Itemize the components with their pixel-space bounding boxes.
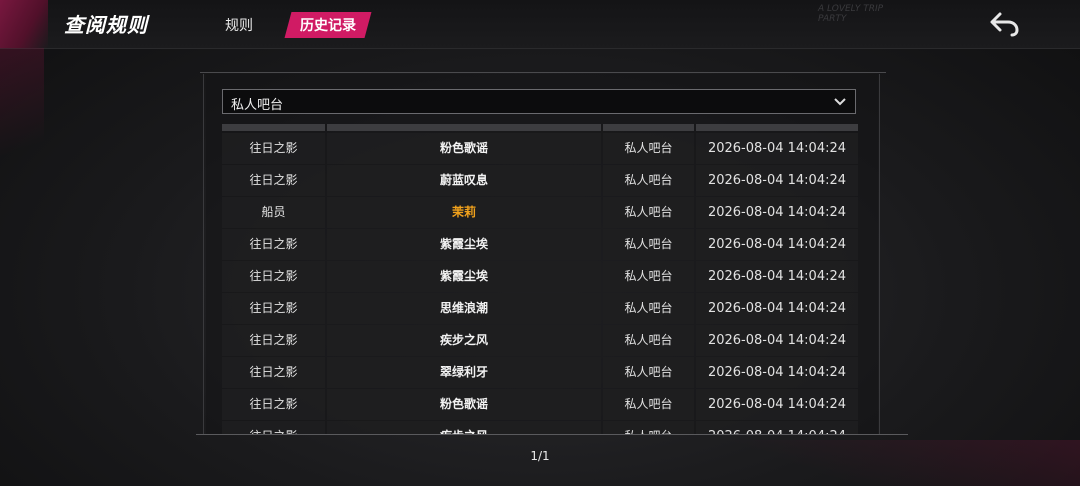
table-row: 往日之影 蔚蓝叹息 私人吧台 2026-08-04 14:04:24 [222,165,858,196]
cell-location: 私人吧台 [603,133,694,164]
header-cell-category [222,124,325,131]
cell-name: 翠绿利牙 [327,357,601,388]
cell-category: 船员 [222,197,325,228]
table-row: 往日之影 紫霞尘埃 私人吧台 2026-08-04 14:04:24 [222,261,858,292]
bottom-decoration [620,440,1080,486]
cell-category: 往日之影 [222,325,325,356]
cell-name: 茉莉 [327,197,601,228]
tab-history[interactable]: 历史记录 [284,12,372,38]
dropdown-selected-value: 私人吧台 [231,98,284,113]
watermark-text: A LOVELY TRIP PARTY [818,4,884,24]
cell-location: 私人吧台 [603,229,694,260]
cell-category: 往日之影 [222,389,325,420]
cell-location: 私人吧台 [603,293,694,324]
cell-name: 粉色歌谣 [327,389,601,420]
cell-time: 2026-08-04 14:04:24 [696,197,858,228]
top-bar: 查阅规则 规则 历史记录 A LOVELY TRIP PARTY [0,0,1080,49]
back-arrow-icon [990,12,1019,37]
header-cell-name [327,124,601,131]
cell-location: 私人吧台 [603,357,694,388]
cell-name: 疾步之风 [327,325,601,356]
header-cell-time [696,124,858,131]
header-cell-location [603,124,694,131]
cell-time: 2026-08-04 14:04:24 [696,421,858,434]
cell-location: 私人吧台 [603,325,694,356]
tab-rules[interactable]: 规则 [225,15,253,35]
location-filter-dropdown[interactable]: 私人吧台 [222,89,856,114]
cell-time: 2026-08-04 14:04:24 [696,389,858,420]
cell-time: 2026-08-04 14:04:24 [696,357,858,388]
back-button[interactable] [988,10,1022,38]
table-row: 往日之影 粉色歌谣 私人吧台 2026-08-04 14:04:24 [222,133,858,164]
cell-name: 蔚蓝叹息 [327,165,601,196]
cell-location: 私人吧台 [603,261,694,292]
cell-category: 往日之影 [222,293,325,324]
panel-border-bottom [196,434,908,435]
cell-name: 紫霞尘埃 [327,229,601,260]
cell-category: 往日之影 [222,357,325,388]
table-row: 往日之影 紫霞尘埃 私人吧台 2026-08-04 14:04:24 [222,229,858,260]
cell-time: 2026-08-04 14:04:24 [696,229,858,260]
panel-border-right [879,74,880,434]
table-header-row [222,124,858,131]
table-row: 往日之影 思维浪潮 私人吧台 2026-08-04 14:04:24 [222,293,858,324]
panel-border-top [200,72,886,73]
cell-category: 往日之影 [222,261,325,292]
cell-category: 往日之影 [222,229,325,260]
table-row: 往日之影疾步之风私人吧台2026-08-04 14:04:24 [222,421,858,434]
cell-name: 疾步之风 [327,421,601,434]
cell-location: 私人吧台 [603,389,694,420]
cell-category: 往日之影 [222,421,325,434]
cell-time: 2026-08-04 14:04:24 [696,261,858,292]
cell-category: 往日之影 [222,133,325,164]
cell-location: 私人吧台 [603,421,694,434]
cell-time: 2026-08-04 14:04:24 [696,165,858,196]
cell-time: 2026-08-04 14:04:24 [696,293,858,324]
cell-location: 私人吧台 [603,197,694,228]
panel-border-left [203,74,204,434]
tab-history-label: 历史记录 [300,18,356,34]
cell-time: 2026-08-04 14:04:24 [696,325,858,356]
cell-category: 往日之影 [222,165,325,196]
page-title: 查阅规则 [64,13,148,37]
page-indicator: 1/1 [530,449,550,463]
brand-accent [0,0,48,48]
table-row: 船员 茉莉 私人吧台 2026-08-04 14:04:24 [222,197,858,228]
cell-name: 粉色歌谣 [327,133,601,164]
table-row: 往日之影 粉色歌谣 私人吧台 2026-08-04 14:04:24 [222,389,858,420]
cell-time: 2026-08-04 14:04:24 [696,133,858,164]
left-decoration [0,48,44,188]
chevron-down-icon [834,98,846,106]
table-row: 往日之影疾步之风私人吧台2026-08-04 14:04:24 [222,325,858,356]
cell-location: 私人吧台 [603,165,694,196]
cell-name: 紫霞尘埃 [327,261,601,292]
history-table[interactable]: 往日之影 粉色歌谣 私人吧台 2026-08-04 14:04:24 往日之影 蔚蓝叹息私… [222,124,858,434]
table-row: 往日之影 翠绿利牙 私人吧台 2026-08-04 14:04:24 [222,357,858,388]
cell-name: 思维浪潮 [327,293,601,324]
